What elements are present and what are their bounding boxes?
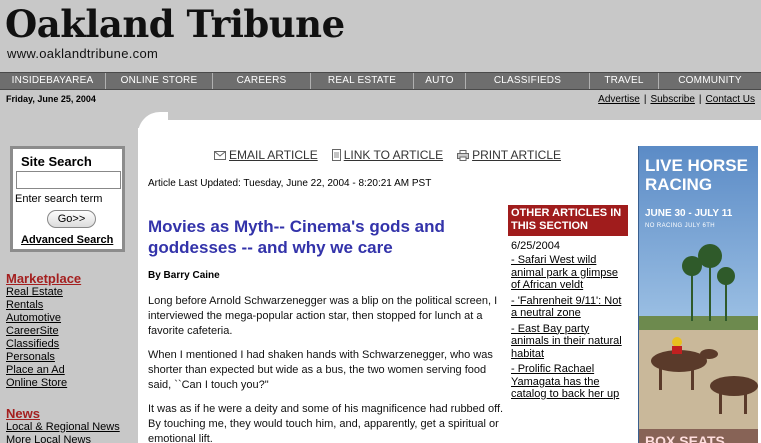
sidebar-link-automotive[interactable]: Automotive xyxy=(6,312,81,325)
site-search-box: Site Search Enter search term Go>> Advan… xyxy=(10,146,125,252)
print-article-button[interactable]: PRINT ARTICLE xyxy=(457,148,561,162)
document-icon xyxy=(331,149,341,161)
ad-bottom-text: BOX SEATS xyxy=(645,433,725,443)
go-button[interactable]: Go>> xyxy=(47,210,96,228)
link-to-article-label: LINK TO ARTICLE xyxy=(343,148,444,162)
nav-travel[interactable]: TRAVEL xyxy=(590,73,659,89)
sidebar-link-place-an-ad[interactable]: Place an Ad xyxy=(6,364,81,377)
email-article-label: EMAIL ARTICLE xyxy=(229,148,318,162)
separator: | xyxy=(643,94,647,105)
sidebar-link-real-estate[interactable]: Real Estate xyxy=(6,286,81,299)
site-logo[interactable]: Oakland Tribune xyxy=(5,4,345,44)
nav-insidebayarea[interactable]: INSIDEBAYAREA xyxy=(0,73,106,89)
sidebar-link-more-local-news[interactable]: More Local News xyxy=(6,434,120,443)
marketplace-heading[interactable]: Marketplace xyxy=(6,271,81,286)
masthead: Oakland Tribune www.oaklandtribune.com xyxy=(0,0,761,72)
nav-community[interactable]: COMMUNITY xyxy=(659,73,761,89)
ad-title: LIVE HORSE RACING xyxy=(645,156,748,194)
link-to-article-button[interactable]: LINK TO ARTICLE xyxy=(331,148,444,162)
printer-icon xyxy=(457,149,470,161)
main-nav: INSIDEBAYAREA ONLINE STORE CAREERS REAL … xyxy=(0,72,761,90)
print-article-label: PRINT ARTICLE xyxy=(472,148,561,162)
article-paragraph: When I mentioned I had shaken hands with… xyxy=(148,349,493,391)
news-heading[interactable]: News xyxy=(6,406,120,421)
search-input[interactable] xyxy=(16,171,121,189)
current-date: Friday, June 25, 2004 xyxy=(6,94,96,104)
sidebar-link-online-store[interactable]: Online Store xyxy=(6,377,81,390)
article-paragraph: Long before Arnold Schwarzenegger was a … xyxy=(148,295,498,337)
sidebar-link-careersite[interactable]: CareerSite xyxy=(6,325,81,338)
subscribe-link[interactable]: Subscribe xyxy=(650,94,694,105)
site-url: www.oaklandtribune.com xyxy=(7,46,159,61)
search-title: Site Search xyxy=(21,154,92,169)
search-label: Enter search term xyxy=(15,193,103,205)
sidebar-link-local-news[interactable]: Local & Regional News xyxy=(6,421,120,434)
ad-dates: JUNE 30 - JULY 11 xyxy=(645,208,733,219)
article-tools: EMAIL ARTICLE LINK TO ARTICLE PRINT ARTI… xyxy=(214,148,561,162)
content-frame-fill xyxy=(168,120,761,130)
article-paragraph: It was as if he were a deity and some of… xyxy=(148,403,504,443)
other-articles: OTHER ARTICLES IN THIS SECTION 6/25/2004… xyxy=(508,205,628,404)
advanced-search-link[interactable]: Advanced Search xyxy=(21,234,113,246)
envelope-icon xyxy=(214,150,226,160)
advertise-link[interactable]: Advertise xyxy=(598,94,640,105)
other-articles-heading: OTHER ARTICLES IN THIS SECTION xyxy=(508,205,628,236)
other-articles-date: 6/25/2004 xyxy=(511,240,560,252)
contact-us-link[interactable]: Contact Us xyxy=(706,94,755,105)
news-section: News Local & Regional News More Local Ne… xyxy=(6,406,120,443)
other-article-link[interactable]: - 'Fahrenheit 9/11': Not a neutral zone xyxy=(511,295,628,320)
sidebar-link-personals[interactable]: Personals xyxy=(6,351,81,364)
separator: | xyxy=(698,94,702,105)
sidebar-link-rentals[interactable]: Rentals xyxy=(6,299,81,312)
other-article-link[interactable]: - Safari West wild animal park a glimpse… xyxy=(511,254,628,292)
article-byline: By Barry Caine xyxy=(148,270,220,281)
article-headline: Movies as Myth-- Cinema's gods and godde… xyxy=(148,217,445,257)
other-article-link[interactable]: - Prolific Rachael Yamagata has the cata… xyxy=(511,363,628,401)
other-article-link[interactable]: - East Bay party animals in their natura… xyxy=(511,323,628,361)
nav-online-store[interactable]: ONLINE STORE xyxy=(106,73,213,89)
article-last-updated: Article Last Updated: Tuesday, June 22, … xyxy=(148,178,432,189)
nav-careers[interactable]: CAREERS xyxy=(213,73,311,89)
marketplace-section: Marketplace Real Estate Rentals Automoti… xyxy=(6,271,81,390)
dateline-bar: Friday, June 25, 2004 Advertise | Subscrib… xyxy=(0,90,761,112)
nav-auto[interactable]: AUTO xyxy=(414,73,466,89)
top-links: Advertise | Subscribe | Contact Us xyxy=(598,94,755,105)
email-article-button[interactable]: EMAIL ARTICLE xyxy=(214,148,318,162)
horse-racing-ad[interactable]: LIVE HORSE RACING JUNE 30 - JULY 11 NO R… xyxy=(638,146,758,443)
nav-classifieds[interactable]: CLASSIFIEDS xyxy=(466,73,590,89)
sidebar-link-classifieds[interactable]: Classifieds xyxy=(6,338,81,351)
nav-real-estate[interactable]: REAL ESTATE xyxy=(311,73,414,89)
ad-subtext: NO RACING JULY 6TH xyxy=(645,223,715,229)
